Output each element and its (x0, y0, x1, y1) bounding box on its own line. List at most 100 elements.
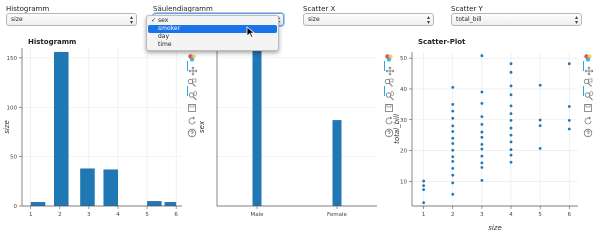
x-tick-label: 3 (480, 212, 484, 218)
histogram-bar (30, 202, 46, 206)
dropdown-option-time[interactable]: time (148, 41, 277, 49)
scatter-point (451, 116, 455, 120)
scatter-point (422, 179, 426, 183)
scatter-x-label: Scatter X (303, 5, 336, 13)
help-icon (384, 128, 394, 138)
y-axis-label: size (3, 120, 11, 134)
x-tick-label: Female (327, 212, 348, 218)
scatter-point (509, 112, 513, 115)
x-tick-label: 2 (451, 212, 455, 218)
scatter-point (480, 115, 484, 119)
scatter-point (480, 166, 484, 169)
scatter-point (509, 93, 513, 97)
scatter-point (567, 62, 571, 66)
scatter-point (509, 62, 513, 66)
bokeh-logo-tool[interactable] (384, 48, 394, 62)
box-zoom-tool[interactable] (187, 73, 197, 87)
histogram-label: Histogramm (6, 5, 50, 13)
bar-chart-dropdown-menu: ✓ sex smoker day time (146, 15, 279, 51)
category-bar (332, 120, 342, 206)
dropdown-option-label: smoker (158, 25, 181, 32)
scatter-y-label: Scatter Y (451, 5, 483, 13)
scatter-point (538, 118, 542, 122)
pan-tool[interactable] (384, 60, 395, 75)
y-tick-label: 20 (400, 149, 407, 155)
scatter-point (422, 201, 426, 205)
dropdown-option-sex[interactable]: ✓ sex (148, 17, 277, 25)
scatter-point (509, 160, 513, 164)
select-arrows-icon: ▴▾ (426, 14, 430, 26)
scatter-point (451, 173, 455, 177)
dropdown-option-smoker[interactable]: smoker (148, 25, 277, 33)
x-tick-label: 6 (174, 212, 178, 218)
scatter-point (567, 127, 571, 131)
scatter-point (480, 90, 484, 94)
save-tool[interactable] (384, 98, 394, 112)
x-tick-label: 4 (116, 212, 120, 218)
scatter-plot[interactable]: 10 20 30 40 50 1 2 3 4 5 6 total_billsize (390, 38, 590, 240)
scatter-point (422, 188, 426, 192)
y-tick-label: 0 (14, 204, 18, 210)
x-tick-label: 4 (509, 212, 513, 218)
scatter-y-select[interactable]: total_bill ▴ ▾ (451, 13, 582, 26)
bokeh-logo-tool[interactable] (583, 48, 593, 62)
bar-chart-plot[interactable]: Male Female sex (195, 38, 385, 222)
pan-tool[interactable] (187, 60, 198, 75)
histogram-select[interactable]: size ▴ ▾ (6, 13, 137, 26)
y-tick-label: 40 (400, 87, 407, 93)
help-tool[interactable] (583, 123, 593, 138)
checkmark-icon: ✓ (151, 17, 157, 24)
dropdown-option-label: day (158, 33, 170, 40)
histogram-bar (103, 169, 118, 206)
category-bar (252, 50, 262, 207)
box-zoom-tool[interactable] (384, 73, 394, 87)
scatter-point (480, 130, 484, 134)
dropdown-option-label: sex (158, 17, 169, 24)
y-tick-label: 100 (7, 105, 18, 111)
reset-tool[interactable] (384, 111, 394, 124)
scatter-point (451, 86, 455, 89)
x-tick-label: 5 (145, 212, 149, 218)
box-zoom-tool[interactable] (583, 73, 593, 87)
scatter-point (480, 179, 484, 182)
scatter-point (451, 136, 455, 140)
save-tool[interactable] (187, 98, 197, 112)
scatter-x-select-value: size (308, 16, 320, 23)
select-arrows-icon: ▴▾ (129, 14, 133, 26)
wheel-zoom-tool[interactable] (583, 85, 593, 100)
wheel-zoom-tool[interactable] (187, 85, 197, 100)
reset-tool[interactable] (187, 111, 197, 124)
scatter-point (538, 147, 542, 150)
histogram-bar (80, 168, 95, 206)
pan-tool[interactable] (583, 60, 594, 75)
select-arrows-icon: ▴▾ (574, 14, 578, 26)
scatter-point (509, 84, 513, 88)
help-icon (187, 128, 197, 138)
reset-tool[interactable] (583, 111, 593, 124)
bar-chart-label: Säulendiagramm (153, 5, 213, 13)
scatter-point (451, 192, 455, 196)
x-tick-label: 5 (538, 212, 542, 218)
histogram-plot[interactable]: 0 50 100 150 1 2 3 4 5 6 size (0, 38, 200, 222)
x-tick-label: Male (250, 212, 264, 218)
scatter-point (509, 104, 513, 108)
help-icon (583, 128, 593, 138)
scatter-x-select[interactable]: size ▴ ▾ (303, 13, 434, 26)
help-tool[interactable] (384, 123, 394, 138)
scatter-point (509, 148, 513, 152)
histogram-bar (164, 202, 177, 206)
help-tool[interactable] (187, 123, 197, 138)
y-tick-label: 50 (10, 155, 17, 161)
histogram-select-value: size (11, 16, 23, 23)
wheel-zoom-tool[interactable] (384, 85, 394, 100)
x-tick-label: 6 (568, 212, 572, 218)
scatter-point (538, 83, 542, 87)
scatter-point (509, 118, 513, 122)
scatter-point (509, 70, 513, 74)
save-tool[interactable] (583, 98, 593, 112)
x-tick-label: 3 (87, 212, 91, 218)
dropdown-option-day[interactable]: day (148, 33, 277, 41)
scatter-point (509, 140, 513, 144)
y-tick-label: 150 (7, 56, 18, 62)
scatter-y-select-value: total_bill (456, 16, 482, 23)
